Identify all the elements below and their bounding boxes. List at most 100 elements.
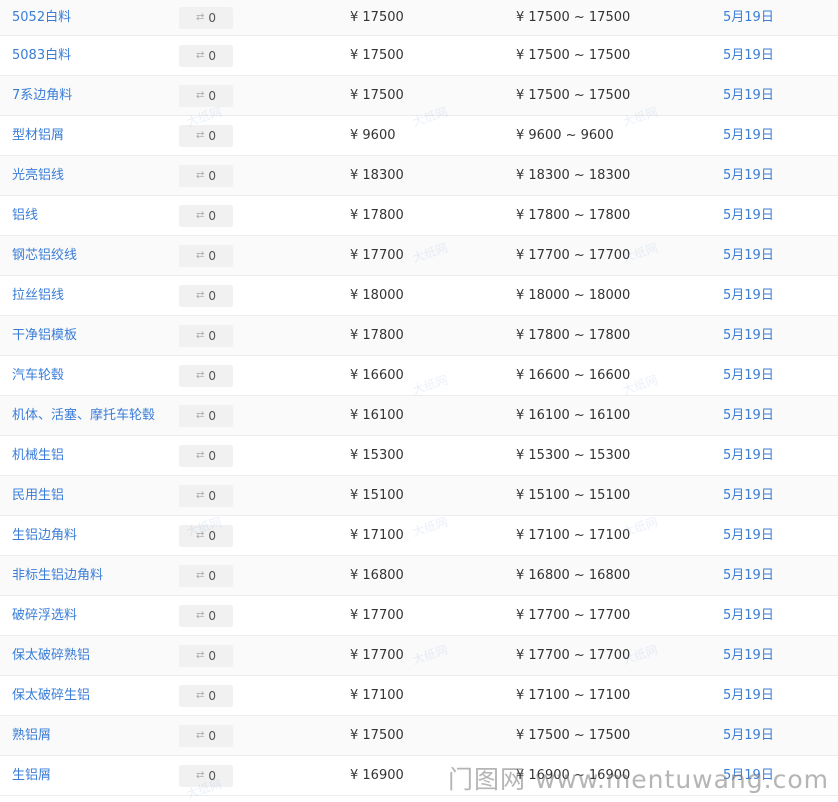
change-badge: ⇄ 0 xyxy=(179,6,233,29)
product-name-link[interactable]: 铝线 xyxy=(12,207,38,225)
price-range: ¥ 16100 ~ 16100 xyxy=(516,407,631,423)
change-badge: ⇄ 0 xyxy=(179,724,233,747)
change-badge: ⇄ 0 xyxy=(179,564,233,587)
avg-price: ¥ 17500 xyxy=(350,727,404,743)
date-link[interactable]: 5月19日 xyxy=(723,567,774,585)
product-name-link[interactable]: 钢芯铝绞线 xyxy=(12,247,77,265)
price-range: ¥ 17500 ~ 17500 xyxy=(516,727,631,743)
price-range: ¥ 16600 ~ 16600 xyxy=(516,367,631,383)
price-range: ¥ 9600 ~ 9600 xyxy=(516,127,614,143)
change-badge: ⇄ 0 xyxy=(179,164,233,187)
price-range: ¥ 17700 ~ 17700 xyxy=(516,607,631,623)
date-link[interactable]: 5月19日 xyxy=(723,327,774,345)
price-range: ¥ 17500 ~ 17500 xyxy=(516,9,631,25)
product-name-link[interactable]: 7系边角料 xyxy=(12,87,72,105)
date-link[interactable]: 5月19日 xyxy=(723,727,774,745)
date-link[interactable]: 5月19日 xyxy=(723,527,774,545)
date-link[interactable]: 5月19日 xyxy=(723,127,774,145)
avg-price: ¥ 15300 xyxy=(350,447,404,463)
product-name-link[interactable]: 光亮铝线 xyxy=(12,167,64,185)
product-name-link[interactable]: 生铝边角料 xyxy=(12,527,77,545)
change-badge: ⇄ 0 xyxy=(179,524,233,547)
product-name-link[interactable]: 保太破碎熟铝 xyxy=(12,647,90,665)
change-badge: ⇄ 0 xyxy=(179,644,233,667)
change-value: 0 xyxy=(208,368,217,383)
product-name-link[interactable]: 机械生铝 xyxy=(12,447,64,465)
product-name-link[interactable]: 拉丝铝线 xyxy=(12,287,64,305)
table-row: 非标生铝边角料 ⇄ 0 ¥ 16800 ¥ 16800 ~ 16800 5月19日 xyxy=(0,556,838,596)
avg-price: ¥ 16900 xyxy=(350,767,404,783)
table-row: 钢芯铝绞线 ⇄ 0 ¥ 17700 ¥ 17700 ~ 17700 5月19日 xyxy=(0,236,838,276)
product-name-link[interactable]: 5083白料 xyxy=(12,47,71,65)
flat-arrow-icon: ⇄ xyxy=(195,329,205,341)
change-value: 0 xyxy=(208,328,217,343)
flat-arrow-icon: ⇄ xyxy=(195,689,205,701)
price-range: ¥ 16900 ~ 16900 xyxy=(516,767,631,783)
change-badge: ⇄ 0 xyxy=(179,244,233,267)
change-value: 0 xyxy=(208,48,217,63)
change-value: 0 xyxy=(208,168,217,183)
product-name-link[interactable]: 5052白料 xyxy=(12,9,71,27)
avg-price: ¥ 15100 xyxy=(350,487,404,503)
change-value: 0 xyxy=(208,408,217,423)
product-name-link[interactable]: 熟铝屑 xyxy=(12,727,51,745)
table-row: 保太破碎熟铝 ⇄ 0 ¥ 17700 ¥ 17700 ~ 17700 5月19日 xyxy=(0,636,838,676)
product-name-link[interactable]: 民用生铝 xyxy=(12,487,64,505)
price-range: ¥ 17800 ~ 17800 xyxy=(516,207,631,223)
product-name-link[interactable]: 保太破碎生铝 xyxy=(12,687,90,705)
avg-price: ¥ 9600 xyxy=(350,127,396,143)
date-link[interactable]: 5月19日 xyxy=(723,367,774,385)
date-link[interactable]: 5月19日 xyxy=(723,607,774,625)
date-link[interactable]: 5月19日 xyxy=(723,247,774,265)
table-row: 破碎浮选料 ⇄ 0 ¥ 17700 ¥ 17700 ~ 17700 5月19日 xyxy=(0,596,838,636)
avg-price: ¥ 18300 xyxy=(350,167,404,183)
table-row: 型材铝屑 ⇄ 0 ¥ 9600 ¥ 9600 ~ 9600 5月19日 xyxy=(0,116,838,156)
table-row: 拉丝铝线 ⇄ 0 ¥ 18000 ¥ 18000 ~ 18000 5月19日 xyxy=(0,276,838,316)
table-row: 民用生铝 ⇄ 0 ¥ 15100 ¥ 15100 ~ 15100 5月19日 xyxy=(0,476,838,516)
change-badge: ⇄ 0 xyxy=(179,404,233,427)
product-name-link[interactable]: 干净铝模板 xyxy=(12,327,77,345)
change-badge: ⇄ 0 xyxy=(179,364,233,387)
table-row: 保太破碎生铝 ⇄ 0 ¥ 17100 ¥ 17100 ~ 17100 5月19日 xyxy=(0,676,838,716)
avg-price: ¥ 17100 xyxy=(350,527,404,543)
flat-arrow-icon: ⇄ xyxy=(195,449,205,461)
date-link[interactable]: 5月19日 xyxy=(723,687,774,705)
flat-arrow-icon: ⇄ xyxy=(195,289,205,301)
price-range: ¥ 17100 ~ 17100 xyxy=(516,687,631,703)
date-link[interactable]: 5月19日 xyxy=(723,9,774,27)
flat-arrow-icon: ⇄ xyxy=(195,489,205,501)
flat-arrow-icon: ⇄ xyxy=(195,769,205,781)
date-link[interactable]: 5月19日 xyxy=(723,647,774,665)
flat-arrow-icon: ⇄ xyxy=(195,609,205,621)
date-link[interactable]: 5月19日 xyxy=(723,207,774,225)
table-row: 铝线 ⇄ 0 ¥ 17800 ¥ 17800 ~ 17800 5月19日 xyxy=(0,196,838,236)
date-link[interactable]: 5月19日 xyxy=(723,407,774,425)
product-name-link[interactable]: 机体、活塞、摩托车轮毂 xyxy=(12,407,155,425)
product-name-link[interactable]: 汽车轮毂 xyxy=(12,367,64,385)
avg-price: ¥ 17100 xyxy=(350,687,404,703)
table-row: 汽车轮毂 ⇄ 0 ¥ 16600 ¥ 16600 ~ 16600 5月19日 xyxy=(0,356,838,396)
change-value: 0 xyxy=(208,248,217,263)
date-link[interactable]: 5月19日 xyxy=(723,487,774,505)
product-name-link[interactable]: 破碎浮选料 xyxy=(12,607,77,625)
price-range: ¥ 17700 ~ 17700 xyxy=(516,247,631,263)
date-link[interactable]: 5月19日 xyxy=(723,167,774,185)
change-value: 0 xyxy=(208,688,217,703)
change-badge: ⇄ 0 xyxy=(179,484,233,507)
table-row: 干净铝模板 ⇄ 0 ¥ 17800 ¥ 17800 ~ 17800 5月19日 xyxy=(0,316,838,356)
product-name-link[interactable]: 型材铝屑 xyxy=(12,127,64,145)
change-value: 0 xyxy=(208,448,217,463)
product-name-link[interactable]: 生铝屑 xyxy=(12,767,51,785)
date-link[interactable]: 5月19日 xyxy=(723,87,774,105)
change-badge: ⇄ 0 xyxy=(179,604,233,627)
date-link[interactable]: 5月19日 xyxy=(723,447,774,465)
change-badge: ⇄ 0 xyxy=(179,124,233,147)
price-range: ¥ 17800 ~ 17800 xyxy=(516,327,631,343)
product-name-link[interactable]: 非标生铝边角料 xyxy=(12,567,103,585)
date-link[interactable]: 5月19日 xyxy=(723,767,774,785)
change-value: 0 xyxy=(208,128,217,143)
change-value: 0 xyxy=(208,728,217,743)
date-link[interactable]: 5月19日 xyxy=(723,47,774,65)
change-badge: ⇄ 0 xyxy=(179,684,233,707)
date-link[interactable]: 5月19日 xyxy=(723,287,774,305)
